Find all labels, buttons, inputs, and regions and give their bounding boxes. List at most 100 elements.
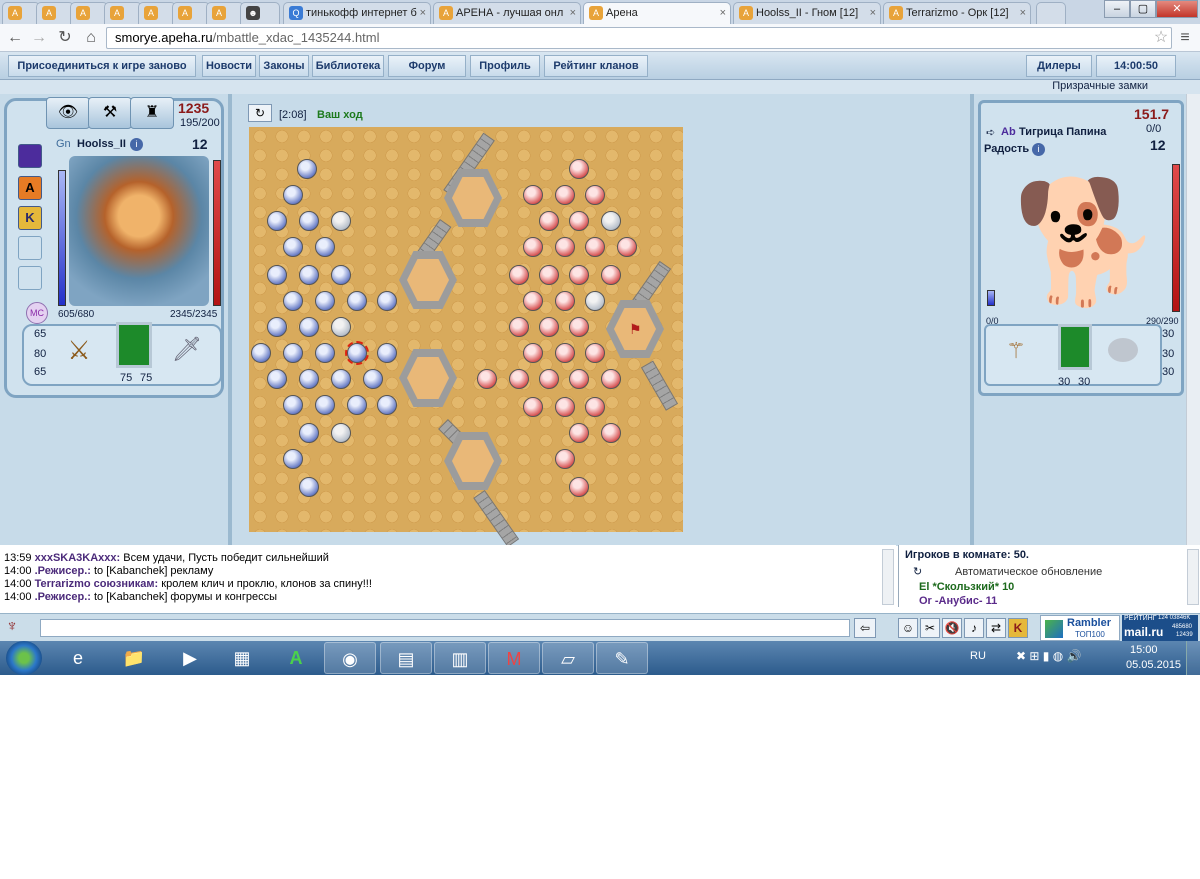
red-unit[interactable] bbox=[509, 369, 529, 389]
notes-icon[interactable]: ▱ bbox=[542, 642, 594, 674]
sound-icon[interactable]: ♪ bbox=[964, 618, 984, 638]
red-unit[interactable] bbox=[585, 185, 605, 205]
player-name[interactable]: Hoolss_II bbox=[77, 138, 126, 150]
browser-tab[interactable]: A bbox=[104, 2, 142, 24]
ie-icon[interactable]: e bbox=[52, 642, 104, 674]
channel-icon[interactable]: ⇄ bbox=[986, 618, 1006, 638]
send-icon[interactable]: ⇦ bbox=[854, 618, 876, 638]
clock-time[interactable]: 15:00 bbox=[1130, 644, 1158, 656]
red-unit[interactable] bbox=[569, 423, 589, 443]
chat-scrollbar[interactable] bbox=[882, 549, 894, 605]
red-unit[interactable] bbox=[539, 211, 559, 231]
grey-unit[interactable] bbox=[585, 291, 605, 311]
red-unit[interactable] bbox=[539, 317, 559, 337]
red-unit[interactable] bbox=[523, 397, 543, 417]
close-icon[interactable]: × bbox=[570, 3, 576, 23]
red-unit[interactable] bbox=[477, 369, 497, 389]
chat-log[interactable]: 13:59 xxxSKA3KAxxx: Всем удачи, Пусть по… bbox=[0, 545, 896, 607]
chat-input[interactable] bbox=[40, 619, 850, 637]
grey-unit[interactable] bbox=[601, 211, 621, 231]
red-unit[interactable] bbox=[523, 343, 543, 363]
minimize-button[interactable]: – bbox=[1104, 0, 1130, 18]
blue-unit[interactable] bbox=[283, 449, 303, 469]
browser-tab[interactable]: A bbox=[206, 2, 244, 24]
side-button-1[interactable] bbox=[18, 144, 42, 168]
blue-unit[interactable] bbox=[315, 343, 335, 363]
blue-unit[interactable] bbox=[299, 477, 319, 497]
blue-unit[interactable] bbox=[299, 211, 319, 231]
winrar-icon[interactable]: ▥ bbox=[434, 642, 486, 674]
selected-unit[interactable] bbox=[345, 341, 369, 365]
close-icon[interactable]: × bbox=[1020, 3, 1026, 23]
home-icon[interactable]: ⌂ bbox=[80, 27, 102, 49]
arena-app-icon[interactable]: A bbox=[270, 642, 322, 674]
grey-unit[interactable] bbox=[331, 317, 351, 337]
nav-laws[interactable]: Законы bbox=[259, 55, 309, 77]
blue-unit[interactable] bbox=[267, 369, 287, 389]
mute-icon[interactable]: 🔇 bbox=[942, 618, 962, 638]
close-icon[interactable]: × bbox=[870, 3, 876, 23]
side-button-a[interactable]: A bbox=[18, 176, 42, 200]
red-unit[interactable] bbox=[569, 211, 589, 231]
explorer-icon[interactable]: 📁 bbox=[108, 642, 160, 674]
browser-tab-arena-main[interactable]: A АРЕНА - лучшая онл × bbox=[433, 2, 581, 24]
tray-icons[interactable]: ✖ ⊞ ▮ ◍ 🔊 bbox=[1016, 649, 1081, 663]
app-icon[interactable]: ▦ bbox=[216, 642, 268, 674]
address-input[interactable]: smorye.apeha.ru/mbattle_xdac_1435244.htm… bbox=[106, 27, 1172, 49]
nav-forum[interactable]: Форум bbox=[388, 55, 466, 77]
staff-icon[interactable]: ⚚ bbox=[988, 336, 1044, 366]
blue-unit[interactable] bbox=[299, 369, 319, 389]
blue-unit[interactable] bbox=[377, 343, 397, 363]
clock-date[interactable]: 05.05.2015 bbox=[1126, 659, 1181, 671]
red-unit[interactable] bbox=[523, 237, 543, 257]
mailru-rating-banner[interactable]: РЕЙТИНГ mail.ru 124 03846K 485680 12439 bbox=[1122, 615, 1198, 641]
red-unit[interactable] bbox=[539, 369, 559, 389]
blue-unit[interactable] bbox=[299, 423, 319, 443]
sword-icon[interactable]: ⚔ bbox=[50, 332, 108, 368]
side-button-k[interactable]: K bbox=[18, 206, 42, 230]
nav-dealers[interactable]: Дилеры bbox=[1026, 55, 1092, 77]
refresh-icon[interactable]: ↻ bbox=[913, 565, 922, 578]
browser-tab-tinkoff[interactable]: Qтинькофф интернет б × bbox=[283, 2, 431, 24]
browser-tab[interactable]: A bbox=[2, 2, 40, 24]
red-unit[interactable] bbox=[555, 237, 575, 257]
grey-unit[interactable] bbox=[331, 423, 351, 443]
refresh-icon[interactable]: ↻ bbox=[248, 104, 272, 122]
red-unit[interactable] bbox=[523, 291, 543, 311]
blue-unit[interactable] bbox=[377, 395, 397, 415]
blue-unit[interactable] bbox=[283, 291, 303, 311]
players-scrollbar[interactable] bbox=[1187, 549, 1199, 605]
blue-unit[interactable] bbox=[251, 343, 271, 363]
red-unit[interactable] bbox=[601, 265, 621, 285]
new-tab-button[interactable] bbox=[1036, 2, 1066, 24]
close-icon[interactable]: × bbox=[720, 3, 726, 23]
red-unit[interactable] bbox=[569, 159, 589, 179]
red-unit[interactable] bbox=[555, 449, 575, 469]
grey-unit[interactable] bbox=[331, 211, 351, 231]
red-unit[interactable] bbox=[569, 317, 589, 337]
nav-news[interactable]: Новости bbox=[202, 55, 256, 77]
browser-tab-hoolss[interactable]: A Hoolss_II - Гном [12] × bbox=[733, 2, 881, 24]
battle-board[interactable]: ⚑ bbox=[249, 127, 683, 548]
opponent-armor-slot[interactable] bbox=[1058, 324, 1092, 370]
red-unit[interactable] bbox=[555, 291, 575, 311]
red-unit[interactable] bbox=[509, 265, 529, 285]
red-unit[interactable] bbox=[555, 185, 575, 205]
blue-unit[interactable] bbox=[331, 265, 351, 285]
start-button[interactable] bbox=[6, 641, 42, 675]
maximize-button[interactable]: ▢ bbox=[1130, 0, 1156, 18]
blue-unit[interactable] bbox=[267, 211, 287, 231]
blue-unit[interactable] bbox=[267, 317, 287, 337]
red-unit[interactable] bbox=[617, 237, 637, 257]
red-unit[interactable] bbox=[539, 265, 559, 285]
red-unit[interactable] bbox=[585, 397, 605, 417]
blue-unit[interactable] bbox=[283, 237, 303, 257]
auto-refresh-label[interactable]: Автоматическое обновление bbox=[955, 566, 1102, 578]
opponent-name[interactable]: Тигрица Папина bbox=[1019, 126, 1106, 138]
browser-tab[interactable]: A bbox=[36, 2, 74, 24]
red-unit[interactable] bbox=[569, 265, 589, 285]
blue-unit[interactable] bbox=[283, 395, 303, 415]
blue-unit[interactable] bbox=[299, 317, 319, 337]
eye-icon[interactable]: 👁 bbox=[46, 97, 90, 129]
language-indicator[interactable]: RU bbox=[970, 650, 986, 662]
